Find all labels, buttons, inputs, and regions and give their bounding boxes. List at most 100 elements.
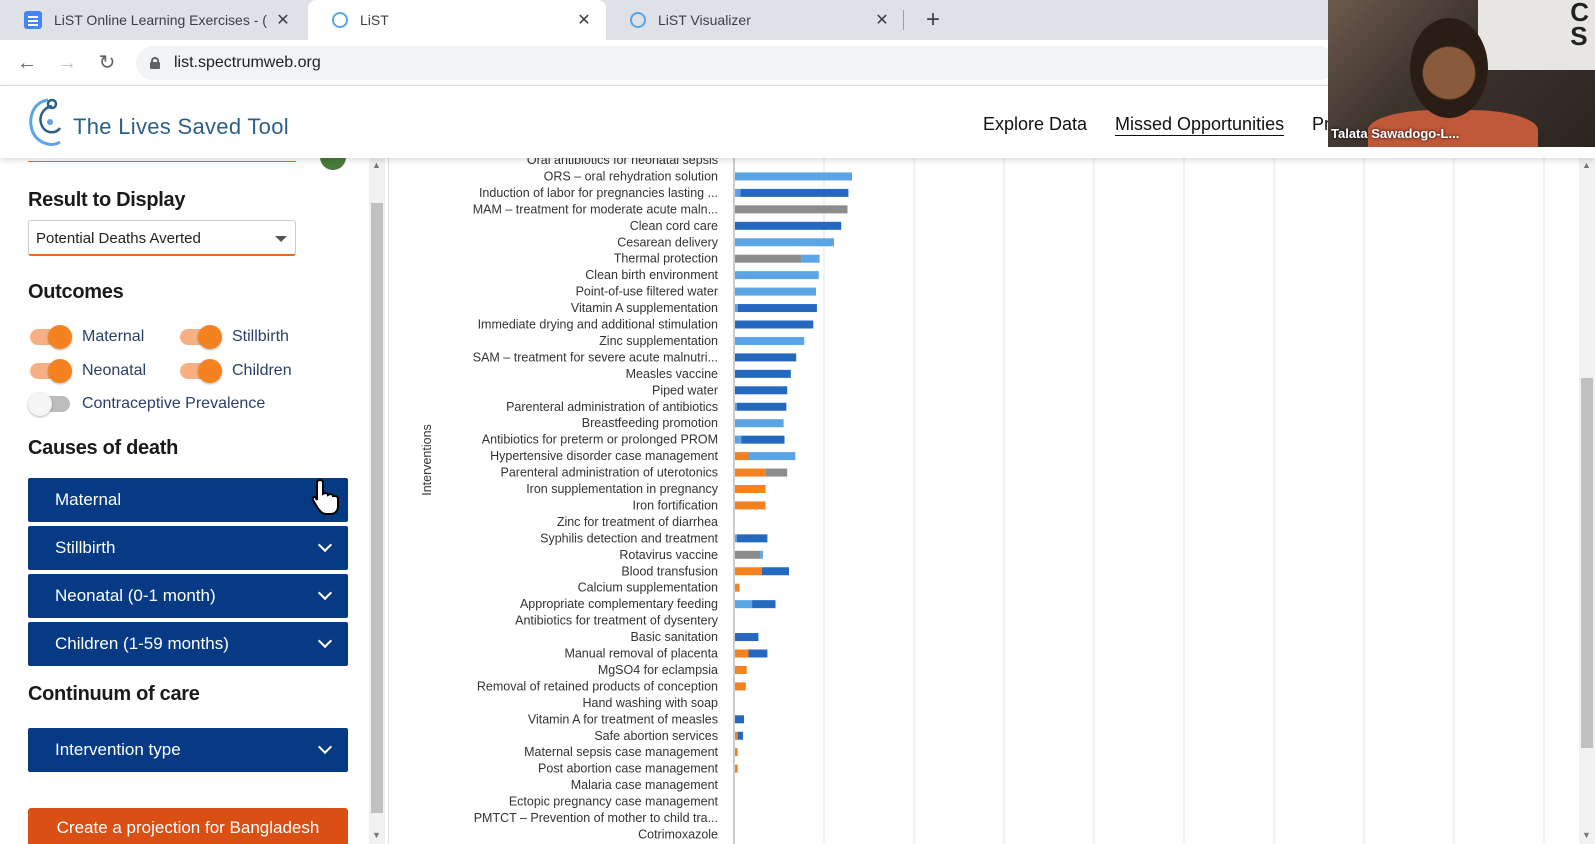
toggle-children[interactable]: Children <box>180 359 292 383</box>
bar-segment-maternal[interactable] <box>735 468 766 477</box>
bar-segment-children[interactable] <box>752 600 776 609</box>
chevron-down-icon <box>317 633 333 649</box>
bar-segment-maternal[interactable] <box>735 567 762 576</box>
bar-segment-maternal[interactable] <box>735 748 738 757</box>
close-tab-icon[interactable]: ✕ <box>576 10 592 30</box>
chart-panel: Interventions Oral antibiotics for neonat… <box>388 158 1579 844</box>
accordion-stillbirth[interactable]: Stillbirth <box>28 526 348 570</box>
bar-segment-children[interactable] <box>735 386 788 395</box>
scrollbar-thumb[interactable] <box>371 203 383 813</box>
nav-missed-opportunities[interactable]: Missed Opportunities <box>1115 114 1284 135</box>
forward-icon[interactable]: → <box>53 49 81 77</box>
bar-segment-maternal[interactable] <box>735 501 766 510</box>
participant-name: Talata Sawadogo-L... <box>1331 126 1460 141</box>
bar-segment-neonatal[interactable] <box>735 336 805 345</box>
create-projection-button[interactable]: Create a projection for Bangladesh <box>28 808 348 844</box>
browser-tab-list[interactable]: LiST ✕ <box>308 0 606 40</box>
bar-segment-children[interactable] <box>736 534 768 543</box>
bar-segment-children[interactable] <box>740 188 849 197</box>
bar-segment-children[interactable] <box>735 715 744 724</box>
result-to-display-select[interactable]: Potential Deaths Averted <box>28 220 296 256</box>
page-scrollbar[interactable]: ▲ ▼ <box>1579 158 1595 844</box>
bar-segment-stillbirth[interactable] <box>735 550 761 559</box>
bar-segment-children[interactable] <box>735 221 842 230</box>
category-label: Safe abortion services <box>594 729 718 743</box>
reload-icon[interactable]: ↻ <box>93 49 121 77</box>
toggle-stillbirth[interactable]: Stillbirth <box>180 325 289 349</box>
accordion-label: Children (1-59 months) <box>55 634 229 653</box>
bar-segment-neonatal[interactable] <box>801 254 820 263</box>
bar-segment-children[interactable] <box>735 633 759 642</box>
category-label: Antibiotics for preterm or prolonged PRO… <box>482 433 718 447</box>
category-label: Zinc for treatment of diarrhea <box>557 515 718 529</box>
bar-segment-stillbirth[interactable] <box>735 205 848 214</box>
bar-segment-maternal[interactable] <box>735 764 738 773</box>
category-label: Cotrimoxazole <box>638 827 718 841</box>
accordion-neonatal[interactable]: Neonatal (0-1 month) <box>28 574 348 618</box>
nav-explore-data[interactable]: Explore Data <box>983 114 1087 135</box>
toggle-contraceptive-prevalence[interactable]: Contraceptive Prevalence <box>28 392 265 416</box>
bar-segment-maternal[interactable] <box>735 731 738 740</box>
bar-segment-children[interactable] <box>737 731 744 740</box>
bar-segment-stillbirth[interactable] <box>765 468 788 477</box>
bar-segment-neonatal[interactable] <box>735 188 741 197</box>
bar-segment-neonatal[interactable] <box>735 172 852 181</box>
bar-segment-stillbirth[interactable] <box>735 254 802 263</box>
close-tab-icon[interactable]: ✕ <box>275 10 291 30</box>
scroll-down-icon[interactable]: ▼ <box>1582 830 1591 840</box>
logo-text[interactable]: The Lives Saved Tool <box>73 114 289 140</box>
bar-segment-children[interactable] <box>748 649 768 658</box>
bar-segment-neonatal[interactable] <box>735 600 753 609</box>
bar-segment-children[interactable] <box>735 353 797 362</box>
browser-tab-docs[interactable]: LiST Online Learning Exercises - ( ✕ <box>0 0 305 40</box>
scroll-up-icon[interactable]: ▲ <box>1582 160 1591 170</box>
browser-tab-visualizer[interactable]: LiST Visualizer ✕ <box>606 0 904 40</box>
back-icon[interactable]: ← <box>13 49 41 77</box>
scroll-up-icon[interactable]: ▲ <box>372 160 381 170</box>
accordion-label: Neonatal (0-1 month) <box>55 586 216 605</box>
new-tab-button[interactable]: + <box>919 6 947 34</box>
bar-segment-children[interactable] <box>736 402 787 411</box>
bar-segment-neonatal[interactable] <box>735 238 834 247</box>
tab-separator <box>903 10 904 30</box>
toggle-switch[interactable] <box>28 392 70 416</box>
bar-segment-neonatal[interactable] <box>760 550 763 559</box>
bar-segment-maternal[interactable] <box>735 452 749 461</box>
bar-segment-maternal[interactable] <box>735 485 766 493</box>
bar-segment-neonatal[interactable] <box>735 402 737 411</box>
scroll-down-icon[interactable]: ▼ <box>372 830 381 840</box>
toggle-neonatal[interactable]: Neonatal <box>30 359 146 383</box>
bar-segment-neonatal[interactable] <box>735 271 819 280</box>
toggle-maternal[interactable]: Maternal <box>30 325 144 349</box>
scrollbar-thumb[interactable] <box>1581 378 1593 748</box>
bar-segment-children[interactable] <box>741 435 785 444</box>
bar-segment-maternal[interactable] <box>735 583 740 592</box>
bar-segment-neonatal[interactable] <box>735 287 816 296</box>
accordion-intervention-type[interactable]: Intervention type <box>28 728 348 772</box>
bar-segment-neonatal[interactable] <box>735 419 784 428</box>
sidebar-scrollbar[interactable]: ▲ ▼ <box>369 158 385 844</box>
toggle-switch[interactable] <box>30 359 72 383</box>
previous-select-field[interactable] <box>28 158 296 162</box>
bar-segment-children[interactable] <box>735 320 814 329</box>
bar-segment-children[interactable] <box>762 567 789 576</box>
toggle-switch[interactable] <box>180 325 222 349</box>
bar-segment-maternal[interactable] <box>735 649 749 658</box>
lives-saved-tool-logo-icon[interactable] <box>26 96 72 150</box>
bar-segment-neonatal[interactable] <box>735 435 742 444</box>
bar-segment-maternal[interactable] <box>735 665 747 674</box>
bar-segment-neonatal[interactable] <box>735 534 737 543</box>
toggle-switch[interactable] <box>180 359 222 383</box>
bar-segment-children[interactable] <box>735 369 791 378</box>
bar-segment-children[interactable] <box>737 304 817 313</box>
category-label: Vitamin A for treatment of measles <box>528 712 718 726</box>
toggle-switch[interactable] <box>30 325 72 349</box>
bar-segment-neonatal[interactable] <box>748 452 796 461</box>
accordion-maternal[interactable]: Maternal <box>28 478 348 522</box>
bar-segment-neonatal[interactable] <box>735 304 738 313</box>
close-tab-icon[interactable]: ✕ <box>874 10 890 30</box>
address-bar[interactable]: list.spectrumweb.org <box>136 46 1336 80</box>
bar-segment-maternal[interactable] <box>735 682 746 691</box>
docs-icon <box>24 11 42 29</box>
accordion-children[interactable]: Children (1-59 months) <box>28 622 348 666</box>
